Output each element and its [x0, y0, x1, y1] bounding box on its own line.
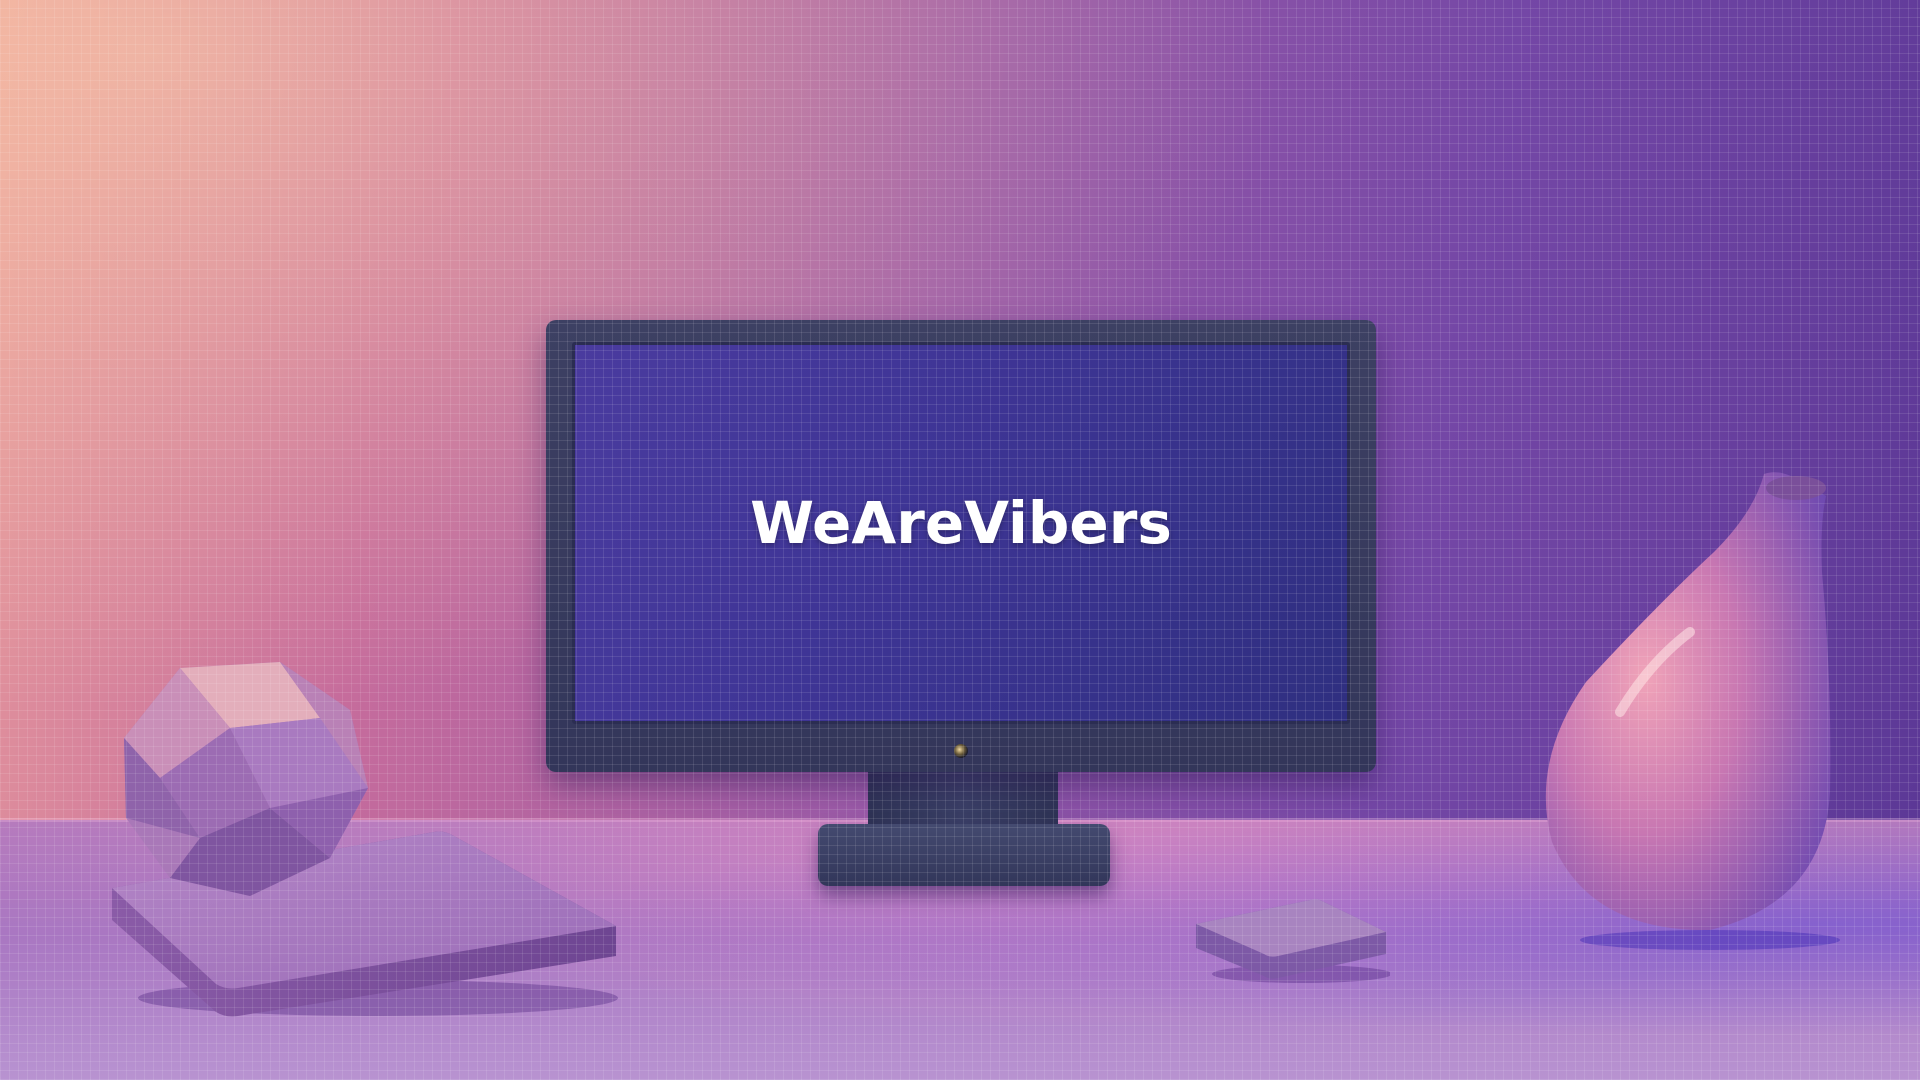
monitor-base: [818, 824, 1110, 886]
brand-text: WeAreVibers: [750, 489, 1172, 557]
geometric-gem: [124, 662, 368, 896]
small-block: [1196, 899, 1390, 983]
monitor-neck: [868, 770, 1058, 832]
scene: WeAreVibers: [0, 0, 1920, 1080]
droplet-vase: [1545, 472, 1840, 950]
monitor: WeAreVibers: [546, 320, 1376, 772]
monitor-screen: WeAreVibers: [572, 342, 1350, 724]
webcam-icon: [954, 744, 968, 758]
